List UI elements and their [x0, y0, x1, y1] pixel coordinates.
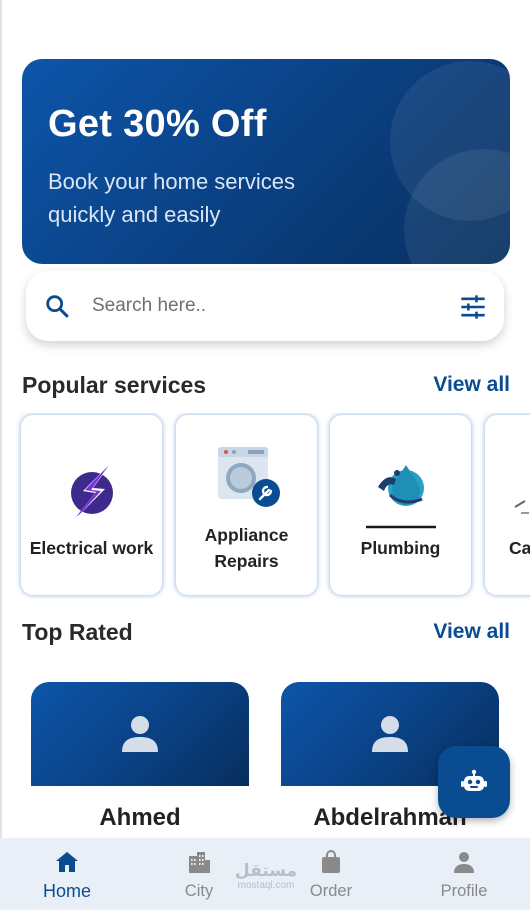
- top-rated-view-all-link[interactable]: View all: [433, 620, 510, 644]
- service-card-appliance[interactable]: Appliance Repairs: [176, 415, 317, 595]
- pro-card-ahmed[interactable]: Ahmed: [31, 682, 249, 862]
- partial-icon: [514, 500, 529, 514]
- service-label-line1: Appliance: [204, 525, 289, 545]
- lightning-bolt-icon: [71, 463, 113, 521]
- services-carousel[interactable]: Electrical work Appliance Repairs Plumbi…: [0, 413, 530, 599]
- service-card-partial[interactable]: Ca: [485, 415, 530, 595]
- nav-profile-label: Profile: [440, 882, 488, 900]
- filter-sliders-icon[interactable]: [459, 293, 487, 321]
- robot-icon: [461, 769, 487, 791]
- nav-profile[interactable]: Profile: [409, 838, 519, 910]
- shopping-bag-icon: [322, 850, 340, 873]
- pro-name: Ahmed: [99, 804, 181, 831]
- service-label: Electrical work: [29, 538, 154, 558]
- service-label: Ca: [509, 538, 530, 558]
- watermark-arabic: مستقل: [234, 861, 298, 880]
- search-icon[interactable]: [43, 292, 71, 320]
- search-input[interactable]: [92, 289, 432, 323]
- home-icon: [56, 852, 78, 872]
- city-icon: [189, 852, 210, 873]
- water-drop-pipe-icon: [366, 465, 436, 529]
- watermark: مستقل mostaql.com: [232, 861, 300, 892]
- service-label: Plumbing: [360, 538, 441, 558]
- top-rated-heading: Top Rated: [22, 619, 133, 645]
- person-icon: [122, 716, 158, 752]
- nav-home[interactable]: Home: [12, 838, 122, 910]
- nav-home-label: Home: [42, 881, 91, 901]
- person-icon: [454, 852, 474, 873]
- washing-machine-wrench-icon: [218, 447, 280, 507]
- promo-banner[interactable]: Get 30% Off Book your home services quic…: [22, 59, 510, 264]
- service-label-line2: Repairs: [214, 551, 279, 571]
- chatbot-button[interactable]: [438, 746, 510, 818]
- search-bar: [26, 271, 504, 341]
- service-card-plumbing[interactable]: Plumbing: [330, 415, 471, 595]
- promo-title: Get 30% Off: [48, 103, 267, 145]
- popular-services-heading: Popular services: [22, 372, 207, 398]
- promo-subtitle: Book your home services quickly and easi…: [48, 169, 295, 227]
- service-label: Appliance Repairs: [180, 522, 313, 574]
- popular-view-all-link[interactable]: View all: [433, 373, 510, 397]
- pro-card-header: [31, 682, 249, 786]
- watermark-latin: mostaql.com: [237, 880, 295, 891]
- person-icon: [372, 716, 408, 752]
- service-card-electrical[interactable]: Electrical work: [21, 415, 162, 595]
